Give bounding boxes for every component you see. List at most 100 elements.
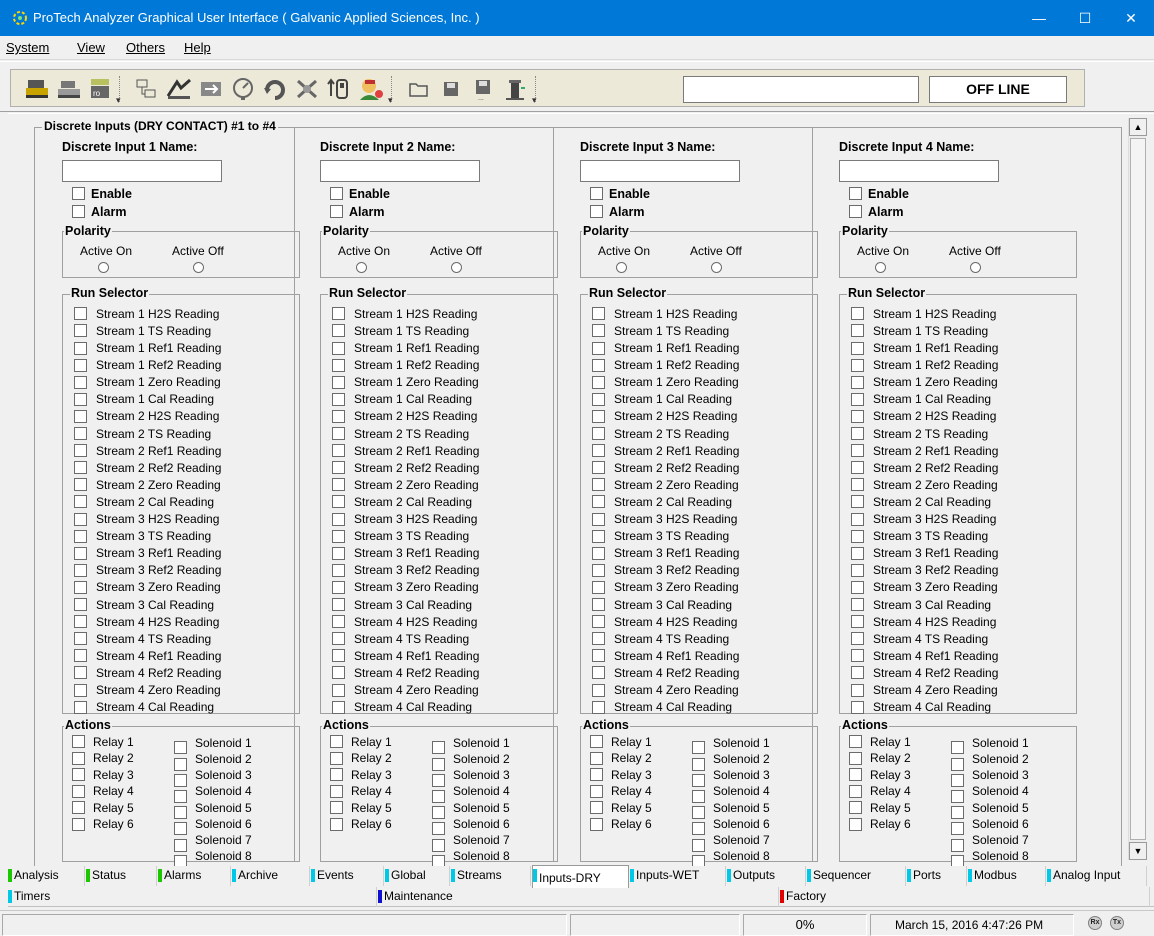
minimize-button[interactable]: —: [1016, 0, 1062, 36]
run-selector-item[interactable]: Stream 1 Ref2 Reading: [851, 357, 998, 374]
run-selector-item[interactable]: Stream 2 Zero Reading: [592, 477, 739, 494]
run-selector-item[interactable]: Stream 4 Ref2 Reading: [332, 665, 479, 682]
disconnect-icon[interactable]: [55, 76, 83, 102]
tab-alarms[interactable]: Alarms: [158, 866, 231, 886]
run-selector-item[interactable]: Stream 3 H2S Reading: [592, 511, 737, 528]
run-selector-item[interactable]: Stream 4 Ref1 Reading: [74, 648, 221, 665]
relay-checkbox[interactable]: Relay 6: [590, 817, 652, 831]
alarm-checkbox[interactable]: Alarm: [849, 204, 903, 219]
connect-icon[interactable]: [23, 76, 51, 102]
run-selector-item[interactable]: Stream 4 Ref2 Reading: [592, 665, 739, 682]
tab-maintenance[interactable]: Maintenance: [378, 887, 779, 907]
run-selector-item[interactable]: Stream 3 H2S Reading: [332, 511, 477, 528]
run-selector-item[interactable]: Stream 1 Ref1 Reading: [332, 340, 479, 357]
relay-checkbox[interactable]: Relay 5: [330, 800, 392, 815]
run-selector-item[interactable]: Stream 2 Ref2 Reading: [592, 460, 739, 477]
run-selector-item[interactable]: Stream 4 Ref1 Reading: [851, 648, 998, 665]
tab-outputs[interactable]: Outputs: [727, 866, 806, 886]
tab-modbus[interactable]: Modbus: [968, 866, 1046, 886]
menu-system[interactable]: System: [6, 40, 49, 55]
scroll-up-icon[interactable]: ▲: [1129, 118, 1147, 136]
run-selector-item[interactable]: Stream 4 Cal Reading: [332, 699, 472, 716]
run-selector-item[interactable]: Stream 4 H2S Reading: [332, 614, 477, 631]
run-selector-item[interactable]: Stream 3 H2S Reading: [851, 511, 996, 528]
run-selector-item[interactable]: Stream 3 TS Reading: [592, 528, 729, 545]
relay-checkbox[interactable]: Relay 6: [849, 817, 911, 831]
run-selector-item[interactable]: Stream 1 TS Reading: [592, 323, 729, 340]
relay-checkbox[interactable]: Relay 2: [849, 751, 911, 765]
tab-timers[interactable]: Timers: [8, 887, 377, 907]
network-icon[interactable]: [133, 76, 161, 102]
active-off-radio[interactable]: [193, 262, 204, 273]
relay-checkbox[interactable]: Relay 5: [590, 800, 652, 815]
run-selector-item[interactable]: Stream 3 TS Reading: [332, 528, 469, 545]
run-selector-item[interactable]: Stream 3 Ref1 Reading: [332, 545, 479, 562]
run-selector-item[interactable]: Stream 4 Cal Reading: [592, 699, 732, 716]
menu-view[interactable]: View: [77, 40, 105, 55]
relay-checkbox[interactable]: Relay 4: [849, 784, 911, 798]
relay-checkbox[interactable]: Relay 1: [330, 734, 392, 749]
tab-archive[interactable]: Archive: [232, 866, 310, 886]
input-name-field[interactable]: [320, 160, 480, 182]
relay-checkbox[interactable]: Relay 3: [849, 767, 911, 782]
gauge-icon[interactable]: [229, 76, 257, 102]
run-selector-item[interactable]: Stream 1 H2S Reading: [74, 306, 219, 323]
relay-checkbox[interactable]: Relay 6: [330, 817, 392, 831]
run-selector-item[interactable]: Stream 3 Cal Reading: [332, 597, 472, 614]
run-selector-item[interactable]: Stream 4 H2S Reading: [74, 614, 219, 631]
run-selector-item[interactable]: Stream 1 TS Reading: [332, 323, 469, 340]
run-selector-item[interactable]: Stream 2 Ref1 Reading: [851, 443, 998, 460]
enable-checkbox[interactable]: Enable: [330, 186, 390, 201]
run-selector-item[interactable]: Stream 2 Ref2 Reading: [332, 460, 479, 477]
active-off-radio[interactable]: [711, 262, 722, 273]
run-selector-item[interactable]: Stream 4 TS Reading: [851, 631, 988, 648]
run-selector-item[interactable]: Stream 1 H2S Reading: [332, 306, 477, 323]
run-selector-item[interactable]: Stream 1 Ref1 Reading: [74, 340, 221, 357]
run-selector-item[interactable]: Stream 1 Ref1 Reading: [592, 340, 739, 357]
run-selector-item[interactable]: Stream 3 TS Reading: [74, 528, 211, 545]
run-selector-item[interactable]: Stream 4 Ref2 Reading: [74, 665, 221, 682]
relay-checkbox[interactable]: Relay 2: [330, 751, 392, 765]
toolbar-field[interactable]: [683, 76, 919, 103]
relay-checkbox[interactable]: Relay 5: [72, 800, 134, 815]
run-selector-item[interactable]: Stream 4 Zero Reading: [592, 682, 739, 699]
run-selector-item[interactable]: Stream 3 TS Reading: [851, 528, 988, 545]
run-selector-item[interactable]: Stream 2 TS Reading: [332, 426, 469, 443]
run-selector-item[interactable]: Stream 1 H2S Reading: [851, 306, 996, 323]
active-on-radio[interactable]: [616, 262, 627, 273]
tab-inputs-wet[interactable]: Inputs-WET: [630, 866, 726, 886]
relay-checkbox[interactable]: Relay 6: [72, 817, 134, 831]
run-selector-item[interactable]: Stream 1 Cal Reading: [592, 392, 732, 409]
run-selector-item[interactable]: Stream 3 Zero Reading: [851, 580, 998, 597]
run-selector-item[interactable]: Stream 4 Cal Reading: [851, 699, 991, 716]
input-name-field[interactable]: [839, 160, 999, 182]
run-selector-item[interactable]: Stream 2 Cal Reading: [332, 494, 472, 511]
relay-checkbox[interactable]: Relay 3: [72, 767, 134, 782]
menu-others[interactable]: Others: [126, 40, 165, 55]
run-selector-item[interactable]: Stream 2 Zero Reading: [74, 477, 221, 494]
run-selector-item[interactable]: Stream 4 H2S Reading: [851, 614, 996, 631]
run-selector-item[interactable]: Stream 4 Ref1 Reading: [592, 648, 739, 665]
run-selector-item[interactable]: Stream 1 Ref2 Reading: [592, 357, 739, 374]
run-selector-item[interactable]: Stream 1 TS Reading: [851, 323, 988, 340]
run-selector-item[interactable]: Stream 2 Ref1 Reading: [592, 443, 739, 460]
run-selector-item[interactable]: Stream 1 Ref2 Reading: [74, 357, 221, 374]
run-selector-item[interactable]: Stream 3 Ref2 Reading: [332, 563, 479, 580]
relay-checkbox[interactable]: Relay 2: [590, 751, 652, 765]
run-selector-item[interactable]: Stream 2 TS Reading: [74, 426, 211, 443]
run-selector-item[interactable]: Stream 3 Ref1 Reading: [74, 545, 221, 562]
tab-events[interactable]: Events: [311, 866, 384, 886]
run-selector-item[interactable]: Stream 2 Cal Reading: [851, 494, 991, 511]
input-name-field[interactable]: [580, 160, 740, 182]
run-selector-item[interactable]: Stream 4 Zero Reading: [332, 682, 479, 699]
run-selector-item[interactable]: Stream 4 Zero Reading: [851, 682, 998, 699]
run-selector-item[interactable]: Stream 2 TS Reading: [592, 426, 729, 443]
run-selector-item[interactable]: Stream 2 Ref1 Reading: [332, 443, 479, 460]
tab-sequencer[interactable]: Sequencer: [807, 866, 906, 886]
fault-icon[interactable]: [293, 76, 321, 102]
relay-checkbox[interactable]: Relay 1: [590, 734, 652, 749]
run-selector-item[interactable]: Stream 1 Cal Reading: [851, 392, 991, 409]
transfer-icon[interactable]: [197, 76, 225, 102]
save-as-icon[interactable]: ...: [469, 76, 497, 102]
close-button[interactable]: ✕: [1108, 0, 1154, 36]
